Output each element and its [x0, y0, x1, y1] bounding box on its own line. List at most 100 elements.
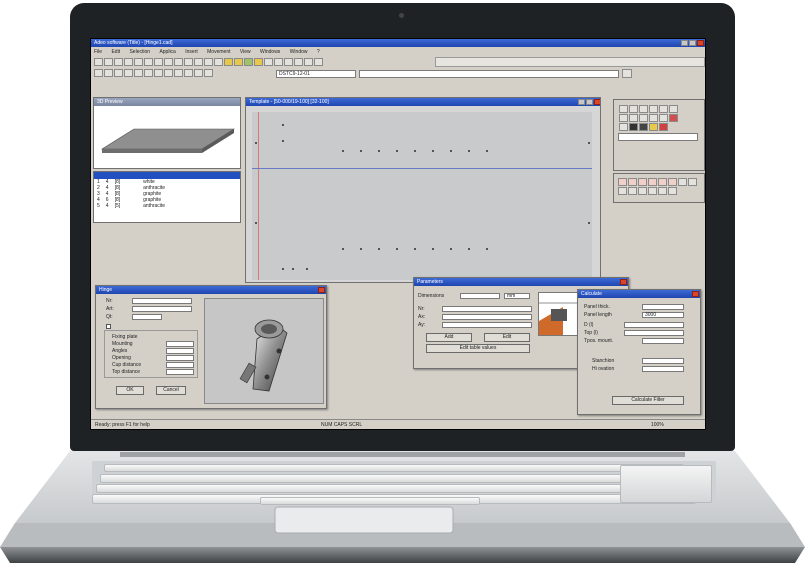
arrow-left-icon[interactable] — [658, 178, 667, 186]
cut-icon[interactable] — [134, 58, 143, 66]
zoom-in-icon[interactable] — [284, 58, 293, 66]
menu-edit[interactable]: Edit — [111, 49, 120, 55]
drawing-minimize-button[interactable] — [578, 99, 585, 105]
arrow-left-icon[interactable] — [638, 178, 647, 186]
copy-icon[interactable] — [144, 58, 153, 66]
stop-icon[interactable] — [659, 123, 668, 131]
rect-icon[interactable] — [204, 58, 213, 66]
nr-field[interactable] — [132, 298, 192, 304]
align-right-icon[interactable] — [114, 69, 123, 77]
spacebar[interactable] — [260, 497, 480, 505]
tool-icon[interactable] — [628, 187, 637, 195]
zoom-out-icon[interactable] — [294, 58, 303, 66]
opening-field[interactable] — [166, 355, 194, 361]
angles-field[interactable] — [166, 348, 194, 354]
row-nr-field[interactable] — [442, 306, 532, 312]
menu-insert[interactable]: Insert — [185, 49, 198, 55]
mirror-icon[interactable] — [144, 69, 153, 77]
tool-icon[interactable] — [669, 105, 678, 113]
undo-icon[interactable] — [164, 58, 173, 66]
top-distance-field[interactable] — [166, 369, 194, 375]
tool-icon[interactable] — [648, 187, 657, 195]
hinge-dialog-close-button[interactable] — [318, 287, 325, 293]
save-icon[interactable] — [114, 58, 123, 66]
edit-table-button[interactable]: Edit table values — [426, 344, 530, 353]
folder-yellow-icon[interactable] — [254, 58, 263, 66]
toolbar-combo[interactable]: DSTC9-12-01 — [276, 70, 356, 78]
print-icon[interactable] — [124, 58, 133, 66]
open-icon[interactable] — [104, 58, 113, 66]
art-field[interactable] — [132, 306, 192, 312]
close-button[interactable] — [697, 40, 704, 46]
align-left-icon[interactable] — [94, 69, 103, 77]
edit-button[interactable]: Edit — [484, 333, 530, 342]
arrow-left-icon[interactable] — [618, 178, 627, 186]
text-icon[interactable] — [164, 69, 173, 77]
menu-help[interactable]: ? — [317, 49, 320, 55]
calculate-filter-button[interactable]: Calculate Filter — [612, 396, 684, 405]
hi-ovation-field[interactable] — [642, 366, 684, 372]
tool-icon[interactable] — [659, 105, 668, 113]
params-dialog-close-button[interactable] — [620, 279, 627, 285]
panel-length-field[interactable]: 3000 — [642, 312, 684, 318]
line-icon[interactable] — [194, 58, 203, 66]
menu-movement[interactable]: Movement — [207, 49, 230, 55]
grid-icon[interactable] — [264, 58, 273, 66]
pencil-icon[interactable] — [184, 58, 193, 66]
arrow-right-icon[interactable] — [668, 178, 677, 186]
grid-icon[interactable] — [274, 58, 283, 66]
tool-icon[interactable] — [668, 187, 677, 195]
cup-distance-field[interactable] — [166, 362, 194, 368]
panel-thick-field[interactable] — [642, 304, 684, 310]
hinge-icon[interactable] — [639, 123, 648, 131]
ortho-icon[interactable] — [204, 69, 213, 77]
palette-input[interactable] — [618, 133, 698, 141]
layer-icon[interactable] — [184, 69, 193, 77]
row-ay-field[interactable] — [442, 322, 532, 328]
menu-file[interactable]: File — [94, 49, 102, 55]
snap-icon[interactable] — [194, 69, 203, 77]
maximize-button[interactable] — [689, 40, 696, 46]
menu-windows[interactable]: Windows — [260, 49, 280, 55]
tool-icon[interactable] — [639, 105, 648, 113]
keyboard-row-2[interactable] — [100, 474, 686, 483]
go-icon[interactable] — [622, 69, 632, 78]
tool-icon[interactable] — [619, 114, 628, 122]
new-icon[interactable] — [94, 58, 103, 66]
zoom-fit-icon[interactable] — [304, 58, 313, 66]
stanchion-field[interactable] — [642, 358, 684, 364]
arrow-right-icon[interactable] — [648, 178, 657, 186]
cancel-button[interactable]: Cancel — [156, 386, 186, 395]
tpos-field[interactable] — [642, 338, 684, 344]
toolbar-input[interactable] — [359, 70, 619, 78]
checkbox[interactable] — [106, 324, 111, 329]
arrow-right-icon[interactable] — [628, 178, 637, 186]
ok-button[interactable]: OK — [116, 386, 144, 395]
tool-icon[interactable] — [619, 123, 628, 131]
tool-icon[interactable] — [618, 187, 627, 195]
tool-icon[interactable] — [629, 114, 638, 122]
align-center-icon[interactable] — [104, 69, 113, 77]
gear-icon[interactable] — [629, 123, 638, 131]
tool-icon[interactable] — [638, 187, 647, 195]
redo-icon[interactable] — [174, 58, 183, 66]
menu-applica[interactable]: Applica — [159, 49, 175, 55]
d-field[interactable] — [624, 322, 684, 328]
drill-icon[interactable] — [669, 114, 678, 122]
row-ax-field[interactable] — [442, 314, 532, 320]
move-icon[interactable] — [124, 69, 133, 77]
mounting-field[interactable] — [166, 341, 194, 347]
search-icon[interactable] — [659, 114, 668, 122]
minimize-button[interactable] — [681, 40, 688, 46]
tool-icon[interactable] — [649, 105, 658, 113]
paste-icon[interactable] — [154, 58, 163, 66]
tool-icon[interactable] — [678, 178, 687, 186]
drawing-maximize-button[interactable] — [586, 99, 593, 105]
measure-icon[interactable] — [154, 69, 163, 77]
keyboard-row-3[interactable] — [96, 484, 690, 493]
menu-view[interactable]: View — [240, 49, 251, 55]
qt-field[interactable] — [132, 314, 162, 320]
warning-icon[interactable] — [649, 123, 658, 131]
tool-icon[interactable] — [639, 114, 648, 122]
rotate-icon[interactable] — [134, 69, 143, 77]
